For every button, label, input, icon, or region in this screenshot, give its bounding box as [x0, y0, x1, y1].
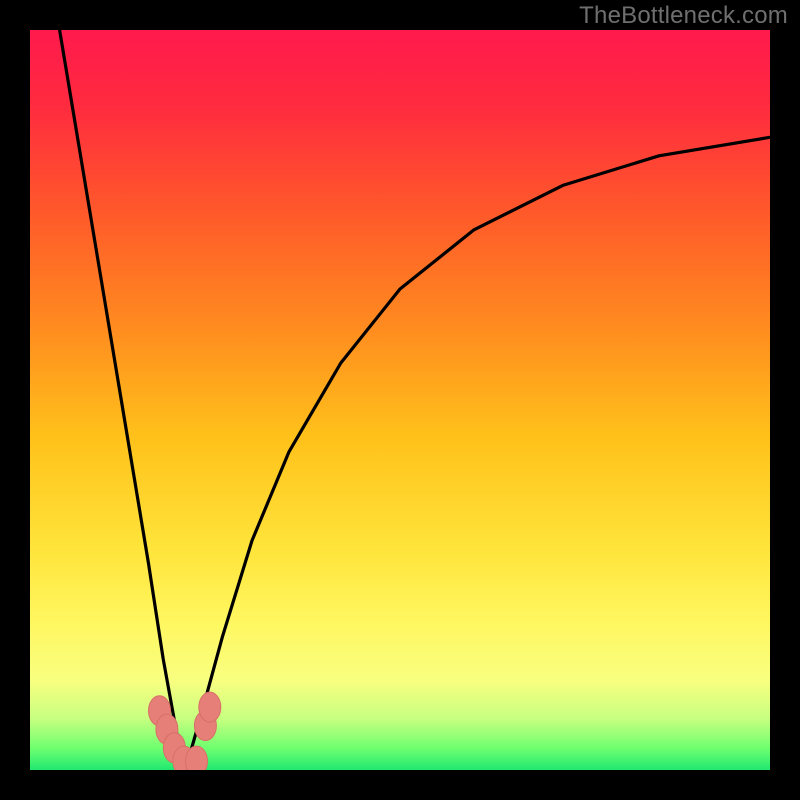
- gradient-background: [30, 30, 770, 770]
- chart-svg: [30, 30, 770, 770]
- plot-area: [30, 30, 770, 770]
- data-marker: [186, 746, 208, 770]
- watermark-text: TheBottleneck.com: [579, 2, 788, 30]
- outer-frame: TheBottleneck.com: [0, 0, 800, 800]
- data-marker: [199, 692, 221, 722]
